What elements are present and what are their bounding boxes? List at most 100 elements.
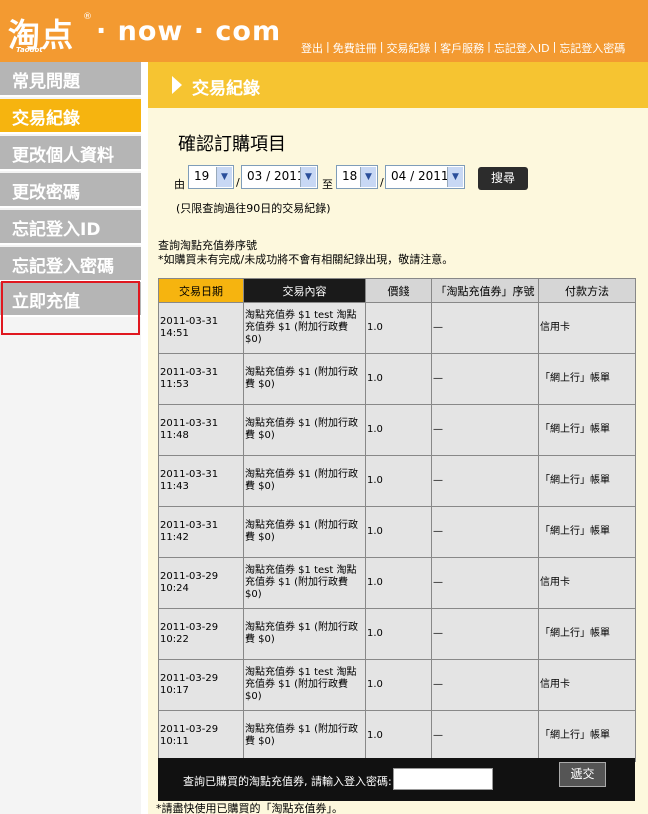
top-link-0[interactable]: 登出 <box>301 40 323 56</box>
link-separator: | <box>552 40 557 53</box>
query-note: *如購買未有完成/未成功將不會有相關紀錄出現，敬請注意。 <box>158 253 454 266</box>
chevron-down-icon[interactable]: ▼ <box>360 167 376 187</box>
link-separator: | <box>487 40 491 53</box>
logo-english[interactable]: · now · com <box>96 16 281 47</box>
to-month-year-select[interactable]: 04 / 2011 ▼ <box>385 165 465 189</box>
cell-date: 2011-03-31 11:43 <box>158 455 244 507</box>
sidebar-item-forgot-id[interactable]: 忘記登入ID <box>0 210 141 245</box>
cell-payment: 「網上行」帳單 <box>538 506 636 558</box>
cell-content: 淘點充值券 $1 (附加行政費 $0) <box>243 710 366 762</box>
cell-payment: 「網上行」帳單 <box>538 404 636 456</box>
table-row: 2011-03-31 11:42 淘點充值券 $1 (附加行政費 $0) 1.0— 「… <box>158 506 636 558</box>
to-month-year-value: 04 / 2011 <box>391 169 449 183</box>
from-month-year-value: 03 / 2011 <box>247 169 305 183</box>
cell-payment: 信用卡 <box>538 302 636 354</box>
submit-button[interactable]: 遞交 <box>559 762 606 787</box>
chevron-down-icon[interactable]: ▼ <box>447 167 463 187</box>
cell-payment: 「網上行」帳單 <box>538 353 636 405</box>
chevron-down-icon[interactable]: ▼ <box>300 167 316 187</box>
cell-serial: — <box>431 506 539 558</box>
top-link-3[interactable]: 客戶服務 <box>440 40 484 56</box>
column-header-date: 交易日期 <box>158 278 244 303</box>
link-separator: | <box>379 40 384 53</box>
cell-price: 1.0 <box>365 710 432 762</box>
cell-date: 2011-03-31 11:48 <box>158 404 244 456</box>
cell-date: 2011-03-31 14:51 <box>158 302 244 354</box>
top-link-4[interactable]: 忘記登入ID <box>494 40 550 56</box>
sidebar-item-edit-profile[interactable]: 更改個人資料 <box>0 136 141 171</box>
date-separator: / <box>236 176 240 189</box>
cell-price: 1.0 <box>365 506 432 558</box>
cell-content: 淘點充值券 $1 (附加行政費 $0) <box>243 404 366 456</box>
cell-payment: 「網上行」帳單 <box>538 710 636 762</box>
table-row: 2011-03-29 10:24 淘點充值券 $1 test 淘點充值券 $1 (… <box>158 557 636 609</box>
cell-serial: — <box>431 710 539 762</box>
top-link-2[interactable]: 交易紀錄 <box>386 40 430 56</box>
logo-subtitle: Taodot <box>16 46 43 54</box>
cell-date: 2011-03-31 11:53 <box>158 353 244 405</box>
table-row: 2011-03-31 14:51 淘點充值券 $1 test 淘點充值券 $1 (… <box>158 302 636 354</box>
arrow-right-icon <box>172 76 182 94</box>
column-header-content: 交易內容 <box>243 278 366 303</box>
cell-price: 1.0 <box>365 302 432 354</box>
from-day-select[interactable]: 19 ▼ <box>188 165 234 189</box>
from-month-year-select[interactable]: 03 / 2011 ▼ <box>241 165 318 189</box>
cell-serial: — <box>431 608 539 660</box>
cell-payment: 「網上行」帳單 <box>538 455 636 507</box>
password-bar: 查詢已購買的淘點充值券, 請輸入登入密碼: 遞交 <box>158 758 635 801</box>
link-separator: | <box>326 40 330 53</box>
cell-content: 淘點充值券 $1 test 淘點充值券 $1 (附加行政費 $0) <box>243 557 366 609</box>
cell-date: 2011-03-29 10:22 <box>158 608 244 660</box>
cell-date: 2011-03-29 10:17 <box>158 659 244 711</box>
date-to-label: 至 <box>322 178 333 191</box>
table-header-row: 交易日期 交易內容 價錢 「淘點充值券」序號 付款方法 <box>158 278 636 303</box>
main-content: 交易紀錄 確認訂購項目 由 19 ▼ / 03 / 2011 ▼ 至 18 ▼ … <box>148 62 648 814</box>
cell-payment: 信用卡 <box>538 659 636 711</box>
cell-serial: — <box>431 353 539 405</box>
chevron-down-icon[interactable]: ▼ <box>216 167 232 187</box>
cell-content: 淘點充值券 $1 (附加行政費 $0) <box>243 608 366 660</box>
sidebar-item-forgot-password[interactable]: 忘記登入密碼 <box>0 247 141 282</box>
column-header-serial: 「淘點充值券」序號 <box>431 278 539 303</box>
sidebar-item-transactions[interactable]: 交易紀錄 <box>0 99 141 134</box>
orders-table: 交易日期 交易內容 價錢 「淘點充值券」序號 付款方法 2011-03-31 1… <box>158 278 636 762</box>
cell-payment: 信用卡 <box>538 557 636 609</box>
sidebar-item-change-password[interactable]: 更改密碼 <box>0 173 141 208</box>
top-nav-links: 登出 | 免費註冊 | 交易紀錄 | 客戶服務 | 忘記登入ID | 忘記登入密碼 <box>301 40 625 56</box>
site-header: 淘点 ® Taodot · now · com 登出 | 免費註冊 | 交易紀錄 | 客戶服… <box>0 0 648 62</box>
table-row: 2011-03-31 11:53 淘點充值券 $1 (附加行政費 $0) 1.0— 「… <box>158 353 636 405</box>
top-link-5[interactable]: 忘記登入密碼 <box>559 40 625 56</box>
table-row: 2011-03-29 10:17 淘點充值券 $1 test 淘點充值券 $1 (… <box>158 659 636 711</box>
sidebar-item-topup-now[interactable]: 立即充值 <box>0 282 141 317</box>
cell-serial: — <box>431 302 539 354</box>
cell-price: 1.0 <box>365 659 432 711</box>
cell-serial: — <box>431 455 539 507</box>
table-row: 2011-03-31 11:48 淘點充值券 $1 (附加行政費 $0) 1.0— 「… <box>158 404 636 456</box>
link-separator: | <box>433 40 438 53</box>
section-heading: 確認訂購項目 <box>178 134 286 155</box>
password-input[interactable] <box>393 768 493 790</box>
cell-price: 1.0 <box>365 608 432 660</box>
cell-content: 淘點充值券 $1 (附加行政費 $0) <box>243 506 366 558</box>
date-separator: / <box>380 176 384 189</box>
cell-content: 淘點充值券 $1 test 淘點充值券 $1 (附加行政費 $0) <box>243 302 366 354</box>
table-row: 2011-03-29 10:11 淘點充值券 $1 (附加行政費 $0) 1.0— 「… <box>158 710 636 762</box>
cell-date: 2011-03-31 11:42 <box>158 506 244 558</box>
cell-price: 1.0 <box>365 557 432 609</box>
sidebar-item-faq[interactable]: 常見問題 <box>0 62 141 97</box>
to-day-select[interactable]: 18 ▼ <box>336 165 378 189</box>
cell-date: 2011-03-29 10:11 <box>158 710 244 762</box>
cell-price: 1.0 <box>365 455 432 507</box>
page-title-bar: 交易紀錄 <box>148 62 648 108</box>
cell-serial: — <box>431 659 539 711</box>
cell-price: 1.0 <box>365 404 432 456</box>
cell-content: 淘點充值券 $1 (附加行政費 $0) <box>243 353 366 405</box>
search-button[interactable]: 搜尋 <box>478 167 528 190</box>
password-label: 查詢已購買的淘點充值券, 請輸入登入密碼: <box>183 775 392 788</box>
cell-serial: — <box>431 404 539 456</box>
table-row: 2011-03-29 10:22 淘點充值券 $1 (附加行政費 $0) 1.0— 「… <box>158 608 636 660</box>
registered-mark: ® <box>83 12 92 22</box>
top-link-1[interactable]: 免費註冊 <box>333 40 377 56</box>
column-header-price: 價錢 <box>365 278 432 303</box>
cell-price: 1.0 <box>365 353 432 405</box>
